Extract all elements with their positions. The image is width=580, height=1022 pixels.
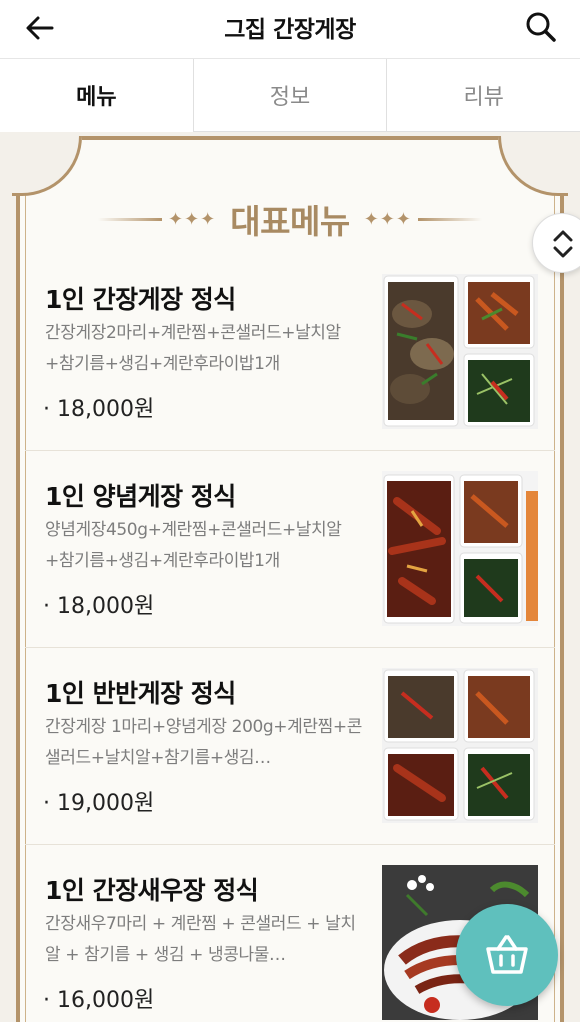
menu-item-name: 1인 반반게장 정식: [45, 679, 236, 708]
tab-info[interactable]: 정보: [192, 59, 387, 131]
tab-menu[interactable]: 메뉴: [0, 59, 193, 132]
menu-item-photo: [382, 274, 538, 429]
section-header: ✦✦✦ 대표메뉴 ✦✦✦: [0, 194, 580, 244]
menu-list: 1인 간장게장 정식 간장게장2마리+계란찜+콘샐러드+날치알+참기름+생김+계…: [25, 254, 555, 1022]
section-title: 대표메뉴: [230, 202, 350, 241]
basket-icon: [486, 935, 528, 974]
cart-button[interactable]: [456, 904, 558, 1006]
app-header: 그집 간장게장: [0, 0, 580, 56]
menu-item-name: 1인 간장게장 정식: [45, 285, 236, 314]
paper-top-border: [82, 136, 498, 140]
tab-bar: 메뉴 정보 리뷰: [0, 58, 580, 132]
divider-line-left: [98, 217, 163, 221]
tab-review[interactable]: 리뷰: [386, 59, 580, 131]
ornament-left-icon: ✦✦✦: [168, 208, 217, 230]
menu-item-description: 간장게장2마리+계란찜+콘샐러드+날치알+참기름+생김+계란후라이밥1개: [45, 323, 341, 374]
ornament-right-icon: ✦✦✦: [363, 208, 412, 230]
menu-item-price: · 18,000원: [43, 397, 155, 422]
menu-item[interactable]: 1인 반반게장 정식 간장게장 1마리+양념게장 200g+계란찜+콘샐러드+날…: [25, 648, 555, 845]
menu-item[interactable]: 1인 양념게장 정식 양념게장450g+계란찜+콘샐러드+날치알+참기름+생김+…: [25, 451, 555, 648]
divider-line-right: [417, 217, 482, 221]
menu-item-price: · 19,000원: [43, 791, 155, 816]
menu-item-name: 1인 간장새우장 정식: [45, 876, 259, 905]
menu-item-description: 간장게장 1마리+양념게장 200g+계란찜+콘샐러드+날치알+참기름+생김…: [45, 717, 362, 768]
chevron-up-down-icon: [553, 230, 573, 258]
menu-item-name: 1인 양념게장 정식: [45, 482, 236, 511]
menu-item[interactable]: 1인 간장게장 정식 간장게장2마리+계란찜+콘샐러드+날치알+참기름+생김+계…: [25, 254, 555, 451]
menu-item-description: 간장새우7마리 + 계란찜 + 콘샐러드 + 날치알 + 참기름 + 생김 + …: [45, 914, 356, 965]
menu-item-price: · 18,000원: [43, 594, 155, 619]
menu-item-price: · 16,000원: [43, 988, 155, 1013]
menu-item-description: 양념게장450g+계란찜+콘샐러드+날치알+참기름+생김+계란후라이밥1개: [45, 520, 342, 571]
search-icon[interactable]: [522, 8, 560, 46]
page-title: 그집 간장게장: [224, 17, 356, 43]
menu-item-photo: [382, 668, 538, 823]
menu-item-photo: [382, 471, 538, 626]
